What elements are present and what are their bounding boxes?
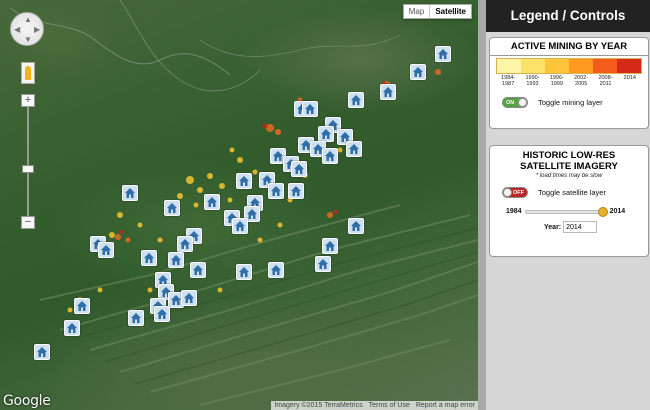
house-icon[interactable] (236, 173, 252, 189)
house-icon[interactable] (141, 250, 157, 266)
house-icon[interactable] (302, 101, 318, 117)
mining-toggle-row: ON Toggle mining layer (502, 97, 648, 108)
year-label: Year: (544, 223, 562, 231)
mining-year-label: 2008- 2011 (598, 75, 613, 87)
mining-year-label: 2002- 2005 (574, 75, 589, 87)
satellite-toggle-state: OFF (513, 190, 524, 196)
house-icon[interactable] (346, 141, 362, 157)
zoom-in-button[interactable]: + (21, 94, 35, 107)
house-icon[interactable] (315, 256, 331, 272)
year-slider[interactable] (524, 206, 608, 217)
mining-legend-box: ACTIVE MINING BY YEAR 1984- 1987 1990- 19… (489, 37, 649, 129)
house-icon[interactable] (181, 290, 197, 306)
year-input-row: Year: (544, 221, 648, 233)
house-icon[interactable] (190, 262, 206, 278)
house-icon[interactable] (128, 310, 144, 326)
house-icon[interactable] (122, 185, 138, 201)
pegman-icon[interactable] (21, 62, 35, 84)
mining-color-swatch (521, 59, 545, 73)
satellite-toggle-label: Toggle satellite layer (538, 188, 606, 197)
house-icon[interactable] (318, 126, 334, 142)
satellite-map[interactable]: Map Satellite ▲ ▼ ◀ ▶ + − Google Imagery… (0, 0, 478, 410)
terms-link[interactable]: Terms of Use (366, 401, 413, 410)
house-icon[interactable] (236, 264, 252, 280)
house-icon[interactable] (380, 84, 396, 100)
zoom-out-button[interactable]: − (21, 216, 35, 229)
mining-toggle-state: ON (506, 100, 515, 106)
mining-color-swatch (545, 59, 569, 73)
zoom-slider-track[interactable] (27, 100, 29, 226)
house-icon[interactable] (348, 218, 364, 234)
imagery-heading: HISTORIC LOW-RES SATELLITE IMAGERY (520, 150, 618, 172)
google-logo: Google (3, 393, 51, 409)
house-icon[interactable] (410, 64, 426, 80)
house-icon[interactable] (232, 218, 248, 234)
house-icon[interactable] (268, 183, 284, 199)
mining-toggle-label: Toggle mining layer (538, 98, 603, 107)
house-icon[interactable] (348, 92, 364, 108)
house-icon[interactable] (322, 148, 338, 164)
house-icon[interactable] (291, 161, 307, 177)
pan-up-icon[interactable]: ▲ (24, 16, 32, 24)
slider-min-label: 1984 (506, 208, 522, 215)
house-icon[interactable] (64, 320, 80, 336)
map-type-satellite[interactable]: Satellite (429, 5, 471, 18)
pan-control-icon[interactable]: ▲ ▼ ◀ ▶ (10, 12, 44, 46)
terrain-overlay (9, 0, 478, 406)
satellite-layer-toggle[interactable]: OFF (502, 187, 528, 198)
house-icon[interactable] (164, 200, 180, 216)
mining-color-swatch (617, 59, 641, 73)
house-icon[interactable] (74, 298, 90, 314)
mining-year-label: 2014 (623, 75, 636, 81)
house-icon[interactable] (322, 238, 338, 254)
map-type-control[interactable]: Map Satellite (402, 4, 472, 19)
mining-color-swatch (497, 59, 521, 73)
map-type-map[interactable]: Map (404, 5, 430, 18)
mining-year-label: 1990- 1993 (525, 75, 540, 87)
pan-right-icon[interactable]: ▶ (34, 26, 40, 34)
pan-left-icon[interactable]: ◀ (14, 26, 20, 34)
house-icon[interactable] (435, 46, 451, 62)
house-icon[interactable] (288, 183, 304, 199)
house-icon[interactable] (177, 236, 193, 252)
mining-color-swatch (569, 59, 593, 73)
mining-color-swatch (593, 59, 617, 73)
house-icon[interactable] (168, 252, 184, 268)
mining-year-label: 1984- 1987 (501, 75, 516, 87)
mining-layer-toggle[interactable]: ON (502, 97, 528, 108)
slider-max-label: 2014 (609, 208, 626, 215)
zoom-slider-handle[interactable] (22, 165, 34, 173)
map-attribution: Imagery ©2015 TerraMetrics Terms of Use … (271, 401, 478, 410)
house-icon[interactable] (204, 194, 220, 210)
year-slider-handle[interactable] (597, 206, 608, 217)
imagery-note: * load times may be slow (535, 173, 603, 179)
satellite-toggle-row: OFF Toggle satellite layer (502, 187, 648, 198)
house-icon[interactable] (34, 344, 50, 360)
report-error-link[interactable]: Report a map error (413, 401, 478, 410)
legend-controls-panel: Legend / Controls ACTIVE MINING BY YEAR … (478, 0, 650, 410)
imagery-credit: Imagery ©2015 TerraMetrics (274, 402, 363, 409)
house-icon[interactable] (154, 306, 170, 322)
imagery-box: HISTORIC LOW-RES SATELLITE IMAGERY * loa… (489, 145, 649, 257)
house-icon[interactable] (98, 242, 114, 258)
pan-down-icon[interactable]: ▼ (24, 36, 32, 44)
year-input[interactable] (563, 221, 598, 233)
mining-year-labels: 1984- 1987 1990- 1993 1996- 1999 2002- 2005… (496, 75, 642, 87)
mining-color-scale (496, 58, 642, 74)
mining-year-label: 1996- 1999 (549, 75, 564, 87)
panel-title: Legend / Controls (486, 0, 650, 32)
mining-heading: ACTIVE MINING BY YEAR (490, 38, 648, 56)
year-slider-row: 1984 2014 (506, 206, 648, 217)
house-icon[interactable] (268, 262, 284, 278)
